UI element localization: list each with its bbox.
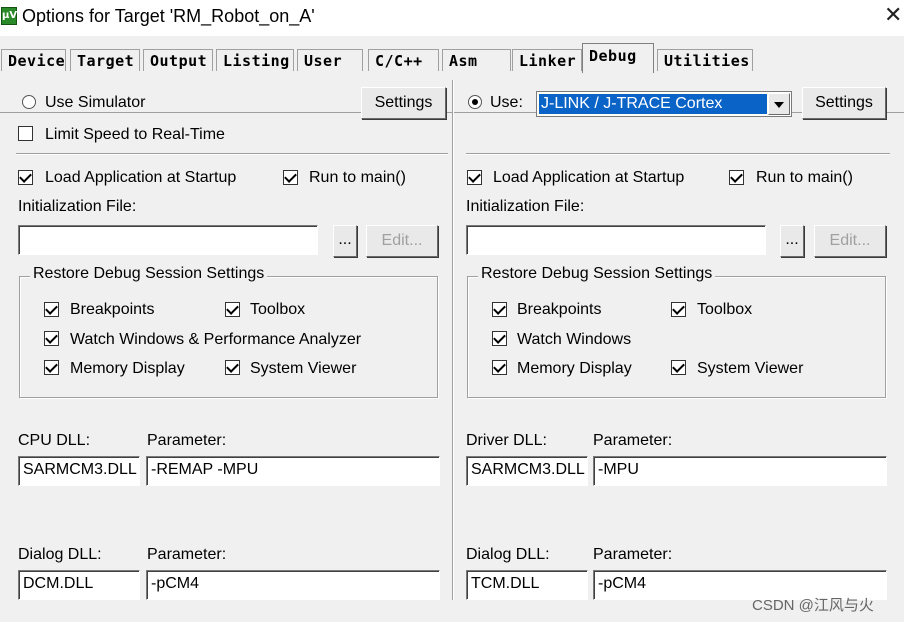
simulator-settings-button[interactable]: Settings	[361, 87, 446, 119]
uvision-app-icon: µV	[1, 7, 17, 25]
run-to-main-label: Run to main()	[309, 169, 406, 186]
watch-windows-checkbox[interactable]	[44, 331, 59, 346]
driver-dll-field[interactable]: SARMCM3.DLL	[466, 456, 588, 486]
memory-display-checkbox[interactable]	[44, 360, 59, 375]
tab-target[interactable]: Target	[70, 49, 140, 71]
breakpoints-label: Breakpoints	[70, 301, 155, 318]
right-load-app-checkbox[interactable]	[467, 170, 482, 185]
load-app-checkbox[interactable]	[18, 170, 33, 185]
driver-parameter-label: Parameter:	[593, 432, 673, 449]
memory-display-label: Memory Display	[70, 360, 185, 377]
dialog-parameter-field[interactable]: -pCM4	[146, 570, 440, 600]
init-file-browse-button[interactable]: ...	[333, 225, 357, 257]
tab-cc[interactable]: C/C++	[368, 49, 439, 71]
restore-session-title: Restore Debug Session Settings	[30, 265, 268, 283]
tab-output[interactable]: Output	[143, 49, 213, 71]
right-init-file-browse-button[interactable]: ...	[780, 225, 804, 257]
init-file-label: Initialization File:	[18, 198, 137, 215]
chevron-down-icon[interactable]	[768, 93, 790, 115]
right-init-file-edit-button[interactable]: Edit...	[814, 225, 886, 257]
right-separator-highlight	[466, 154, 890, 155]
breakpoints-checkbox[interactable]	[44, 302, 59, 317]
debugger-settings-button[interactable]: Settings	[802, 87, 886, 119]
right-breakpoints-checkbox[interactable]	[492, 302, 507, 317]
watch-windows-label: Watch Windows & Performance Analyzer	[70, 331, 362, 348]
cpu-dll-field[interactable]: SARMCM3.DLL	[18, 456, 140, 486]
limit-speed-label: Limit Speed to Real-Time	[45, 126, 225, 143]
tab-strip: Device Target Output Listing User C/C++ …	[0, 38, 904, 113]
cpu-parameter-field[interactable]: -REMAP -MPU	[146, 456, 440, 486]
toolbox-checkbox[interactable]	[225, 302, 240, 317]
limit-speed-checkbox[interactable]	[18, 126, 33, 141]
right-dialog-parameter-label: Parameter:	[593, 546, 673, 563]
run-to-main-checkbox[interactable]	[283, 170, 298, 185]
watermark: CSDN @江风与火	[752, 597, 874, 614]
panel-divider-highlight	[453, 80, 454, 600]
load-app-label: Load Application at Startup	[45, 169, 237, 186]
right-system-viewer-label: System Viewer	[697, 360, 804, 377]
right-init-file-input[interactable]	[466, 225, 766, 255]
dialog-dll-field[interactable]: DCM.DLL	[18, 570, 140, 600]
init-file-input[interactable]	[18, 225, 318, 255]
dialog-dll-label: Dialog DLL:	[18, 546, 102, 563]
right-toolbox-checkbox[interactable]	[671, 302, 686, 317]
right-watch-windows-checkbox[interactable]	[492, 331, 507, 346]
right-run-to-main-label: Run to main()	[756, 169, 853, 186]
dialog-parameter-label: Parameter:	[147, 546, 227, 563]
tab-debug[interactable]: Debug	[582, 43, 654, 73]
left-separator-highlight	[16, 154, 448, 155]
cpu-dll-label: CPU DLL:	[18, 432, 91, 449]
right-dialog-dll-field[interactable]: TCM.DLL	[466, 570, 588, 600]
init-file-edit-button[interactable]: Edit...	[366, 225, 438, 257]
tab-listing[interactable]: Listing	[216, 49, 294, 71]
tab-device[interactable]: Device	[1, 49, 66, 71]
system-viewer-checkbox[interactable]	[225, 360, 240, 375]
use-debugger-radio[interactable]	[468, 95, 482, 109]
right-dialog-dll-label: Dialog DLL:	[466, 546, 550, 563]
debugger-select[interactable]: J-LINK / J-TRACE Cortex	[536, 91, 792, 117]
toolbox-label: Toolbox	[250, 301, 306, 318]
right-watch-windows-label: Watch Windows	[517, 331, 632, 348]
driver-parameter-field[interactable]: -MPU	[593, 456, 887, 486]
right-system-viewer-checkbox[interactable]	[671, 360, 686, 375]
right-memory-display-checkbox[interactable]	[492, 360, 507, 375]
right-init-file-label: Initialization File:	[466, 198, 585, 215]
right-breakpoints-label: Breakpoints	[517, 301, 602, 318]
title-bar: µV Options for Target 'RM_Robot_on_A' ✕	[0, 0, 904, 36]
close-icon[interactable]: ✕	[884, 4, 902, 26]
use-debugger-label: Use:	[490, 94, 523, 111]
use-simulator-radio[interactable]	[22, 95, 36, 109]
driver-dll-label: Driver DLL:	[466, 432, 547, 449]
window-title: Options for Target 'RM_Robot_on_A'	[22, 6, 315, 26]
tab-user[interactable]: User	[297, 49, 363, 71]
right-load-app-label: Load Application at Startup	[493, 169, 685, 186]
right-run-to-main-checkbox[interactable]	[729, 170, 744, 185]
tab-utilities[interactable]: Utilities	[657, 49, 753, 71]
system-viewer-label: System Viewer	[250, 360, 357, 377]
tab-linker[interactable]: Linker	[512, 49, 582, 71]
cpu-parameter-label: Parameter:	[147, 432, 227, 449]
tab-asm[interactable]: Asm	[442, 49, 511, 71]
debugger-selected-value: J-LINK / J-TRACE Cortex	[538, 93, 768, 115]
use-simulator-label: Use Simulator	[45, 94, 146, 111]
right-restore-session-title: Restore Debug Session Settings	[478, 265, 716, 283]
right-toolbox-label: Toolbox	[697, 301, 753, 318]
right-memory-display-label: Memory Display	[517, 360, 632, 377]
